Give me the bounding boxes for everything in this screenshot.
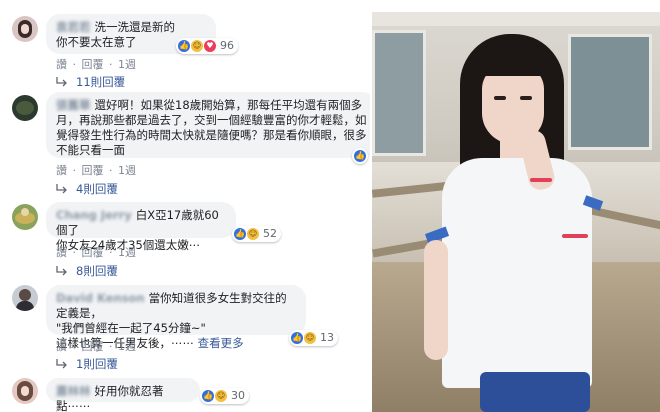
replies-count[interactable]: 8則回覆 <box>76 263 118 279</box>
arm <box>424 240 448 360</box>
reaction-summary[interactable]: 👍 ☺ ♥ 96 <box>176 38 238 54</box>
comment-actions: 讚 · 回覆 · 1週 <box>56 246 136 259</box>
like-link[interactable]: 讚 <box>56 246 67 259</box>
comment-text: "我們曾經在一起了45分鐘~" <box>56 321 206 335</box>
avatar[interactable] <box>12 285 38 311</box>
reply-arrow-icon <box>56 359 67 369</box>
reply-arrow-icon <box>56 266 67 276</box>
reply-link[interactable]: 回覆 <box>82 164 104 177</box>
comment-bubble: 蕭林林 好用你就忍著點⋯⋯ <box>46 378 200 412</box>
haha-icon: ☺ <box>247 228 259 240</box>
t-shirt <box>442 158 592 388</box>
comment-text: 不能只看一面 <box>56 143 125 157</box>
comments-panel: 袁若若 洗一洗還是新的 你不要太在意了 👍 ☺ ♥ 96 讚 · 回覆 · 1週 … <box>0 0 370 412</box>
comment-text: 還好啊！如果從18歲開始算，那每任平均還有兩個多 <box>94 98 363 112</box>
like-link[interactable]: 讚 <box>56 340 67 353</box>
timestamp[interactable]: 1週 <box>118 340 136 353</box>
reaction-count: 13 <box>320 331 334 344</box>
reply-arrow-icon <box>56 184 67 194</box>
avatar[interactable] <box>12 95 38 121</box>
reaction-count: 30 <box>231 389 245 402</box>
like-link[interactable]: 讚 <box>56 58 67 71</box>
window <box>568 34 652 150</box>
haha-icon: ☺ <box>215 390 227 402</box>
comment-text: 月，再說那些都是過去了，交到一個經驗豐富的你才輕鬆，如 <box>56 113 367 127</box>
like-icon: 👍 <box>202 390 214 402</box>
like-link[interactable]: 讚 <box>56 164 67 177</box>
haha-icon: ☺ <box>304 332 316 344</box>
reaction-summary[interactable]: 👍 <box>352 148 368 164</box>
timestamp[interactable]: 1週 <box>118 164 136 177</box>
comment-bubble: David Kenson 當你知道很多女生對交往的定義是， "我們曾經在一起了45… <box>46 285 306 350</box>
love-icon: ♥ <box>204 40 216 52</box>
comment-text: 你不要太在意了 <box>56 35 137 49</box>
like-icon: 👍 <box>178 40 190 52</box>
commenter-name[interactable]: David Kenson <box>56 291 145 305</box>
read-more-link[interactable]: 查看更多 <box>198 336 244 350</box>
photo <box>372 12 660 412</box>
shorts <box>480 372 590 412</box>
commenter-name[interactable]: 袁若若 <box>56 20 91 34</box>
reply-arrow-icon <box>56 77 67 87</box>
window <box>372 30 426 156</box>
reply-link[interactable]: 回覆 <box>82 246 104 259</box>
reply-link[interactable]: 回覆 <box>82 340 104 353</box>
commenter-name[interactable]: 蕭林林 <box>56 384 91 398</box>
like-icon: 👍 <box>291 332 303 344</box>
avatar[interactable] <box>12 378 38 404</box>
timestamp[interactable]: 1週 <box>118 58 136 71</box>
replies-count[interactable]: 4則回覆 <box>76 181 118 197</box>
reaction-count: 52 <box>263 227 277 240</box>
view-replies[interactable]: 11則回覆 <box>56 74 125 90</box>
comment-actions: 讚 · 回覆 · 1週 <box>56 58 136 71</box>
timestamp[interactable]: 1週 <box>118 246 136 259</box>
view-replies[interactable]: 4則回覆 <box>56 181 118 197</box>
comment-bubble: 張舊華 還好啊！如果從18歲開始算，那每任平均還有兩個多 月，再說那些都是過去了，… <box>46 92 370 158</box>
like-icon: 👍 <box>354 150 366 162</box>
like-icon: 👍 <box>234 228 246 240</box>
commenter-name[interactable]: Chang Jerry <box>56 208 132 222</box>
reaction-count: 96 <box>220 39 234 52</box>
comment-text: 洗一洗還是新的 <box>94 20 176 34</box>
reaction-summary[interactable]: 👍 ☺ 30 <box>200 388 249 404</box>
view-replies[interactable]: 8則回覆 <box>56 263 118 279</box>
comment-text: 覺得發生性行為的時間太快就是隨便嗎？那是看你順眼，很多 <box>56 128 367 142</box>
replies-count[interactable]: 11則回覆 <box>76 74 125 90</box>
replies-count[interactable]: 1則回覆 <box>76 356 118 372</box>
comment-actions: 讚 · 回覆 · 1週 <box>56 340 136 353</box>
commenter-name[interactable]: 張舊華 <box>56 98 91 112</box>
reaction-summary[interactable]: 👍 ☺ 52 <box>232 226 281 242</box>
avatar[interactable] <box>12 204 38 230</box>
avatar[interactable] <box>12 16 38 42</box>
reply-link[interactable]: 回覆 <box>82 58 104 71</box>
comment-actions: 讚 · 回覆 · 1週 <box>56 164 136 177</box>
haha-icon: ☺ <box>191 40 203 52</box>
comment-bubble: Chang Jerry 白X亞17歲就60個了 你女友24歲才35個還太嫩⋯ <box>46 202 236 252</box>
reaction-summary[interactable]: 👍 ☺ 13 <box>289 330 338 346</box>
view-replies[interactable]: 1則回覆 <box>56 356 118 372</box>
